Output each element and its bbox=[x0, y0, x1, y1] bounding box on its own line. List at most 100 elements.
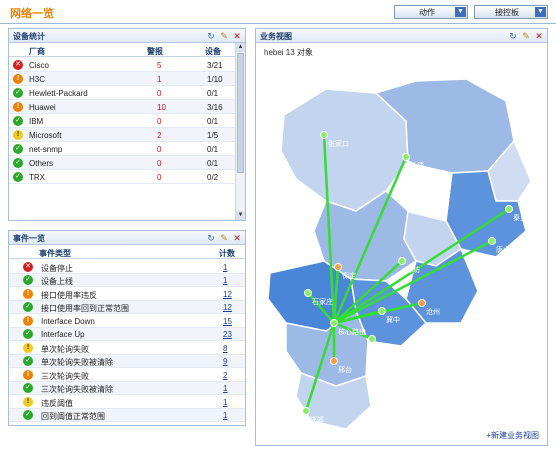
event-count-link[interactable]: 8 bbox=[223, 344, 227, 353]
warning-status-icon: ! bbox=[13, 130, 23, 140]
alarm-count: 5 bbox=[157, 61, 162, 70]
map-node[interactable] bbox=[330, 357, 338, 365]
col-vendor[interactable]: 厂商 bbox=[29, 46, 45, 57]
critical-status-icon: ✕ bbox=[13, 60, 23, 70]
map-node[interactable] bbox=[368, 335, 376, 343]
ok-status-icon: ✓ bbox=[13, 158, 23, 168]
vendor-name: TRX bbox=[29, 173, 45, 182]
table-row[interactable]: ✕ Cisco 5 3/21 bbox=[9, 58, 235, 72]
col-count[interactable]: 计数 bbox=[219, 248, 235, 259]
map-node[interactable] bbox=[304, 289, 312, 297]
device-count: 3/21 bbox=[207, 61, 223, 70]
event-count-link[interactable]: 15 bbox=[223, 317, 232, 326]
map-node[interactable] bbox=[488, 237, 496, 245]
map-node[interactable] bbox=[398, 257, 406, 265]
alarm-count: 1 bbox=[157, 75, 162, 84]
list-item[interactable]: ! Interface Down 15 bbox=[9, 314, 245, 328]
event-type: 单次轮询失败 bbox=[41, 344, 89, 354]
alarm-count: 0 bbox=[157, 89, 162, 98]
refresh-icon[interactable]: ↻ bbox=[508, 31, 518, 41]
edit-icon[interactable]: ✎ bbox=[521, 31, 531, 41]
map-node[interactable] bbox=[302, 407, 310, 415]
scroll-thumb[interactable] bbox=[237, 53, 244, 173]
chevron-down-icon: ▼ bbox=[535, 7, 546, 17]
alarm-count: 0 bbox=[157, 117, 162, 126]
col-devices[interactable]: 设备 bbox=[205, 46, 221, 57]
table-row[interactable]: ✓ Others 0 0/1 bbox=[9, 156, 235, 170]
scroll-up-icon[interactable]: ▲ bbox=[236, 43, 245, 52]
vendor-name: Others bbox=[29, 159, 54, 168]
col-event-type[interactable]: 事件类型 bbox=[39, 248, 71, 259]
list-item[interactable]: ✓ 回到阈值正常范围 1 bbox=[9, 408, 245, 422]
close-icon[interactable]: ✕ bbox=[534, 31, 544, 41]
table-row[interactable]: ✓ Hewlett-Packard 0 0/1 bbox=[9, 86, 235, 100]
map-node[interactable] bbox=[334, 263, 342, 271]
table-row[interactable]: ! Huawei 10 3/16 bbox=[9, 100, 235, 114]
event-count-link[interactable]: 12 bbox=[223, 303, 232, 312]
panel-title: 业务视图 bbox=[260, 32, 292, 41]
table-row[interactable]: ✓ TRX 0 0/2 bbox=[9, 170, 235, 184]
warning-status-icon: ! bbox=[23, 396, 33, 407]
critical-status-icon: ✕ bbox=[23, 261, 33, 272]
list-item[interactable]: ✓ 单次轮询失败被清除 9 bbox=[9, 354, 245, 368]
action-dropdown[interactable]: 动作 ▼ bbox=[394, 5, 468, 19]
table-row[interactable]: ! H3C 1 1/10 bbox=[9, 72, 235, 86]
map-city-label: 廊坊 bbox=[406, 265, 420, 274]
list-item[interactable]: ✕ 设备停止 1 bbox=[9, 260, 245, 274]
ok-status-icon: ✓ bbox=[23, 302, 33, 312]
panel-tools: ↻ ✎ ✕ bbox=[505, 31, 544, 41]
list-item[interactable]: ! 接口使用率违反 12 bbox=[9, 287, 245, 301]
close-icon[interactable]: ✕ bbox=[232, 31, 242, 41]
map-node[interactable] bbox=[418, 299, 426, 307]
event-count-link[interactable]: 23 bbox=[223, 330, 232, 339]
dashboard-dropdown[interactable]: 接控板 ▼ bbox=[474, 5, 548, 19]
map-node[interactable] bbox=[402, 153, 410, 161]
map-node[interactable] bbox=[330, 319, 338, 327]
event-count-link[interactable]: 1 bbox=[223, 263, 227, 272]
edit-icon[interactable]: ✎ bbox=[219, 233, 229, 243]
list-item[interactable]: ✓ 设备上线 1 bbox=[9, 273, 245, 287]
refresh-icon[interactable]: ↻ bbox=[206, 31, 216, 41]
hebei-map[interactable]: 张家口承德秦皇岛唐山保定 廊坊石家庄衡水 冀中 沧州邢台邯郸 核心路由 bbox=[256, 61, 549, 441]
event-count-link[interactable]: 1 bbox=[223, 384, 227, 393]
list-item[interactable]: ! 三次轮询失败 2 bbox=[9, 368, 245, 382]
list-item[interactable]: ! 单次轮询失败 8 bbox=[9, 341, 245, 355]
map-node[interactable] bbox=[505, 205, 513, 213]
event-count-link[interactable]: 2 bbox=[223, 371, 227, 380]
event-count-link[interactable]: 1 bbox=[223, 276, 227, 285]
ok-status-icon: ✓ bbox=[23, 383, 33, 393]
event-type: 违反阈值 bbox=[41, 398, 73, 408]
panel-tools: ↻ ✎ ✕ bbox=[203, 233, 242, 243]
device-count: 0/1 bbox=[207, 145, 219, 154]
close-icon[interactable]: ✕ bbox=[232, 233, 242, 243]
device-table-header: 厂商 警报 设备 bbox=[9, 44, 235, 57]
event-count-link[interactable]: 9 bbox=[223, 357, 227, 366]
event-count-link[interactable]: 1 bbox=[223, 398, 227, 407]
table-row[interactable]: ✓ IBM 0 0/1 bbox=[9, 114, 235, 128]
scroll-down-icon[interactable]: ▼ bbox=[236, 211, 245, 220]
map-city-label: 衡水 bbox=[376, 343, 390, 352]
map-city-label: 石家庄 bbox=[312, 297, 333, 306]
event-type: 回到阈值正常范围 bbox=[41, 412, 105, 421]
col-alarms[interactable]: 警报 bbox=[147, 46, 163, 57]
list-item[interactable]: ! 违反阈值 1 bbox=[9, 395, 245, 409]
list-item[interactable]: ✓ Interface Up 23 bbox=[9, 327, 245, 341]
vendor-name: H3C bbox=[29, 75, 46, 84]
alarm-count: 2 bbox=[157, 131, 162, 140]
map-node[interactable] bbox=[320, 131, 328, 139]
list-item[interactable]: ✓ 接口使用率回到正常范围 12 bbox=[9, 300, 245, 314]
event-count-link[interactable]: 12 bbox=[223, 290, 232, 299]
edit-icon[interactable]: ✎ bbox=[219, 31, 229, 41]
table-row[interactable]: ✓ net-snmp 0 0/1 bbox=[9, 142, 235, 156]
map-city-label: 冀中 bbox=[386, 315, 400, 324]
event-count-link[interactable]: 1 bbox=[223, 411, 227, 420]
table-row[interactable]: ! Microsoft 2 1/5 bbox=[9, 128, 235, 142]
map-node[interactable] bbox=[378, 307, 386, 315]
new-service-view-link[interactable]: +新建业务视图 bbox=[486, 430, 539, 441]
map-city-label: 承德 bbox=[410, 161, 424, 170]
list-item[interactable]: ✓ 三次轮询失败被清除 1 bbox=[9, 381, 245, 395]
panel-header: 事件一览 ↻ ✎ ✕ bbox=[9, 231, 245, 245]
device-scrollbar[interactable]: ▲ ▼ bbox=[235, 43, 245, 220]
refresh-icon[interactable]: ↻ bbox=[206, 233, 216, 243]
event-type: 接口使用率违反 bbox=[41, 290, 97, 300]
